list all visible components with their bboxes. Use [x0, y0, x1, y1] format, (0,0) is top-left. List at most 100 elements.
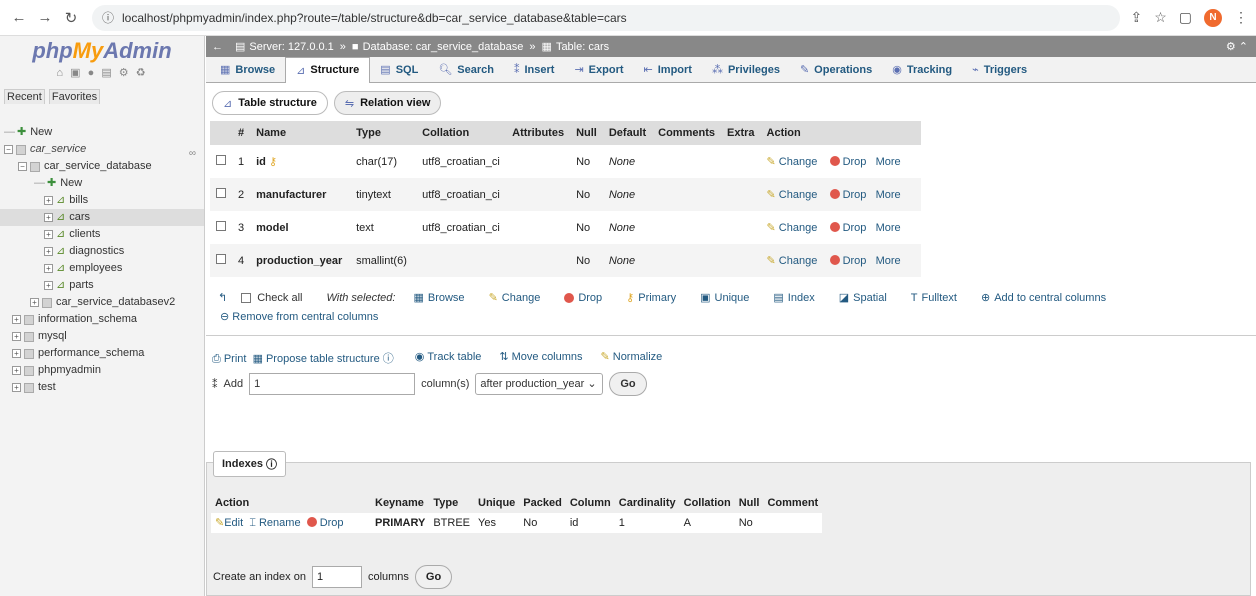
favorites-tab[interactable]: Favorites: [48, 89, 101, 104]
row-checkbox[interactable]: [216, 254, 226, 264]
expand-icon[interactable]: +: [44, 213, 53, 222]
change-button[interactable]: ✎ Change: [767, 156, 818, 168]
collapse-icon[interactable]: −: [4, 145, 13, 154]
tree-item-new[interactable]: — ✚ New: [0, 124, 204, 141]
tab-structure[interactable]: ⊿ Structure: [285, 56, 371, 83]
create-index-count-input[interactable]: 1: [311, 566, 362, 588]
expand-icon[interactable]: +: [30, 298, 39, 307]
row-checkbox[interactable]: [216, 188, 226, 198]
tab-tracking[interactable]: ◉ Tracking: [882, 57, 962, 83]
bulk-index-button[interactable]: ▤ Index: [773, 291, 814, 305]
address-bar[interactable]: ⓘ localhost/phpmyadmin/index.php?route=/…: [92, 4, 1121, 31]
info-icon[interactable]: ⓘ: [102, 9, 114, 26]
forward-icon[interactable]: →: [34, 9, 56, 26]
avatar[interactable]: N: [1204, 8, 1222, 27]
logout-icon[interactable]: ▣: [70, 67, 82, 79]
bulk-change-button[interactable]: ✎ Change: [489, 291, 541, 305]
side-panel-icon[interactable]: ▢: [1179, 9, 1192, 26]
gear-icon[interactable]: ⚙ ⌃: [1226, 40, 1248, 53]
print-link[interactable]: ⎙ Print ▦ Propose table structure ⓘ: [212, 350, 397, 366]
expand-icon[interactable]: +: [12, 332, 21, 341]
expand-icon[interactable]: +: [44, 247, 53, 256]
change-button[interactable]: ✎ Change: [767, 222, 818, 234]
row-checkbox[interactable]: [216, 221, 226, 231]
tree-item-car-service-database[interactable]: − car_service_database: [0, 158, 204, 175]
tree-item-phpmyadmin[interactable]: + phpmyadmin: [0, 362, 204, 379]
docs-icon[interactable]: ▤: [101, 67, 113, 79]
column-header[interactable]: Attributes: [506, 121, 571, 145]
drop-index-button[interactable]: Drop: [306, 517, 344, 529]
help-icon[interactable]: ⓘ: [266, 456, 277, 472]
column-header[interactable]: Default: [602, 121, 653, 145]
check-all-checkbox[interactable]: [241, 292, 252, 303]
help-icon[interactable]: ●: [88, 67, 97, 79]
collapse-nav-icon[interactable]: ←: [212, 41, 223, 53]
more-button[interactable]: More: [876, 222, 901, 234]
tree-item-mysql[interactable]: + mysql: [0, 328, 204, 345]
row-checkbox[interactable]: [216, 155, 226, 165]
column-header[interactable]: Type: [350, 121, 417, 145]
tree-item-table-cars[interactable]: + ⊿ cars: [0, 209, 204, 226]
expand-icon[interactable]: +: [44, 264, 53, 273]
create-index-go-button[interactable]: Go: [414, 565, 453, 589]
breadcrumb-table[interactable]: Table: cars: [556, 41, 609, 53]
tab-insert[interactable]: ⁑ Insert: [504, 57, 564, 83]
bulk-fulltext-button[interactable]: T Fulltext: [911, 292, 957, 304]
tree-item-car-service[interactable]: − car_service: [0, 141, 204, 158]
tab-browse[interactable]: ▦ Browse: [210, 57, 285, 83]
drop-button[interactable]: Drop: [829, 156, 866, 168]
tab-triggers[interactable]: ⌁ Triggers: [962, 57, 1037, 83]
tab-operations[interactable]: ✎ Operations: [790, 57, 882, 83]
reload-nav-icon[interactable]: ♻: [136, 67, 148, 79]
bulk-unique-button[interactable]: ▣ Unique: [700, 291, 749, 305]
check-all[interactable]: Check all: [241, 292, 302, 304]
more-button[interactable]: More: [876, 189, 901, 201]
expand-icon[interactable]: +: [12, 383, 21, 392]
breadcrumb-database[interactable]: Database: car_service_database: [363, 41, 524, 53]
more-button[interactable]: More: [876, 255, 901, 267]
change-button[interactable]: ✎ Change: [767, 255, 818, 267]
column-header[interactable]: Action: [760, 121, 921, 145]
back-icon[interactable]: ←: [8, 9, 30, 26]
bulk-browse-button[interactable]: ▦ Browse: [413, 291, 464, 305]
tree-item-information-schema[interactable]: + information_schema: [0, 311, 204, 328]
add-column-position-select[interactable]: after production_year ⌄: [475, 373, 604, 395]
expand-icon[interactable]: +: [44, 230, 53, 239]
expand-icon[interactable]: +: [44, 281, 53, 290]
column-header[interactable]: Comments: [652, 121, 721, 145]
drop-button[interactable]: Drop: [829, 255, 866, 267]
tab-sql[interactable]: ▤ SQL: [370, 57, 428, 83]
tree-item-db-new[interactable]: — ✚ New: [0, 175, 204, 192]
tree-item-table-clients[interactable]: + ⊿ clients: [0, 226, 204, 243]
column-header[interactable]: Extra: [720, 121, 761, 145]
drop-button[interactable]: Drop: [829, 189, 866, 201]
column-header[interactable]: Name: [250, 121, 351, 145]
bulk-add-central-button[interactable]: ⊕ Add to central columns: [981, 291, 1106, 305]
subtab-relation-view[interactable]: ⇋ Relation view: [333, 91, 442, 115]
column-header[interactable]: #: [232, 121, 251, 145]
share-icon[interactable]: ⇪: [1130, 9, 1142, 26]
settings-icon[interactable]: ⚙: [119, 67, 131, 79]
link-icon[interactable]: ∞: [189, 148, 196, 159]
remove-central-columns-button[interactable]: ⊖ Remove from central columns: [206, 304, 1256, 323]
tree-item-test[interactable]: + test: [0, 379, 204, 396]
move-columns-link[interactable]: ⇅ Move columns: [499, 350, 582, 366]
change-button[interactable]: ✎ Change: [767, 189, 818, 201]
bookmark-star-icon[interactable]: ☆: [1154, 9, 1167, 26]
breadcrumb-server[interactable]: Server: 127.0.0.1: [249, 41, 333, 53]
add-column-count-input[interactable]: 1: [249, 373, 416, 395]
collapse-icon[interactable]: −: [18, 162, 27, 171]
expand-icon[interactable]: +: [12, 315, 21, 324]
add-column-go-button[interactable]: Go: [609, 372, 647, 396]
tab-privileges[interactable]: ⁂ Privileges: [702, 57, 790, 83]
subtab-table-structure[interactable]: ⊿ Table structure: [212, 91, 328, 115]
expand-icon[interactable]: +: [12, 349, 21, 358]
drop-button[interactable]: Drop: [829, 222, 866, 234]
column-header[interactable]: Null: [570, 121, 603, 145]
tab-search[interactable]: 🔍︎ Search: [428, 57, 504, 83]
tree-item-table-employees[interactable]: + ⊿ employees: [0, 260, 204, 277]
menu-icon[interactable]: ⋮: [1234, 9, 1248, 26]
expand-icon[interactable]: +: [44, 196, 53, 205]
expand-icon[interactable]: +: [12, 366, 21, 375]
tree-item-performance-schema[interactable]: + performance_schema: [0, 345, 204, 362]
